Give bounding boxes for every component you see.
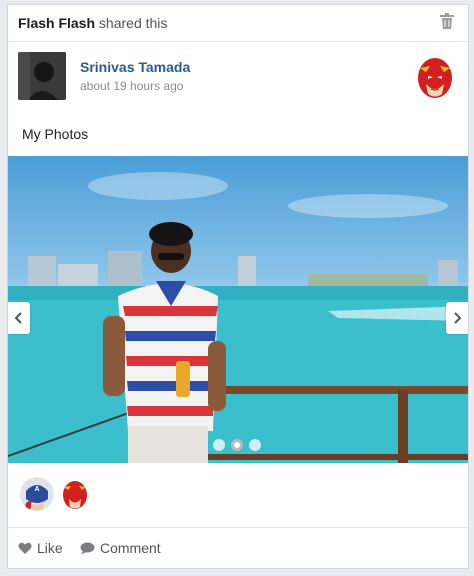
svg-text:A: A	[34, 486, 39, 493]
author-avatar[interactable]	[18, 52, 66, 100]
like-button[interactable]: Like	[18, 540, 63, 556]
carousel-dots	[213, 439, 261, 451]
carousel-prev-button[interactable]	[8, 302, 30, 334]
comment-button[interactable]: Comment	[80, 540, 161, 556]
author-name[interactable]: Srinivas Tamada	[80, 59, 190, 75]
comment-bubble-icon	[80, 542, 95, 554]
share-actor[interactable]: Flash Flash	[18, 15, 95, 31]
flash-avatar-icon	[418, 58, 452, 98]
carousel-next-button[interactable]	[446, 302, 468, 334]
post-text: My Photos	[22, 126, 89, 142]
heart-icon	[18, 542, 32, 554]
like-label: Like	[37, 540, 63, 556]
chevron-right-icon	[454, 312, 462, 324]
trash-icon[interactable]	[440, 13, 454, 29]
share-text: Flash Flash shared this	[18, 15, 167, 31]
beach-photo	[8, 172, 468, 463]
captain-america-avatar[interactable]: A	[20, 477, 54, 511]
likers-list: A	[20, 477, 92, 511]
flash-avatar[interactable]	[58, 477, 92, 511]
share-verb: shared this	[98, 15, 168, 31]
chevron-left-icon	[14, 312, 22, 324]
comment-label: Comment	[100, 540, 161, 556]
share-header: Flash Flash shared this	[8, 5, 468, 42]
carousel-dot-active[interactable]	[231, 439, 243, 451]
post-actions-bar: Like Comment	[8, 527, 468, 568]
carousel-dot[interactable]	[213, 439, 225, 451]
post-timestamp[interactable]: about 19 hours ago	[80, 79, 183, 93]
carousel-dot[interactable]	[249, 439, 261, 451]
photo-carousel[interactable]	[8, 156, 468, 463]
shared-post-card: Flash Flash shared this Srinivas Tamada …	[7, 4, 469, 569]
